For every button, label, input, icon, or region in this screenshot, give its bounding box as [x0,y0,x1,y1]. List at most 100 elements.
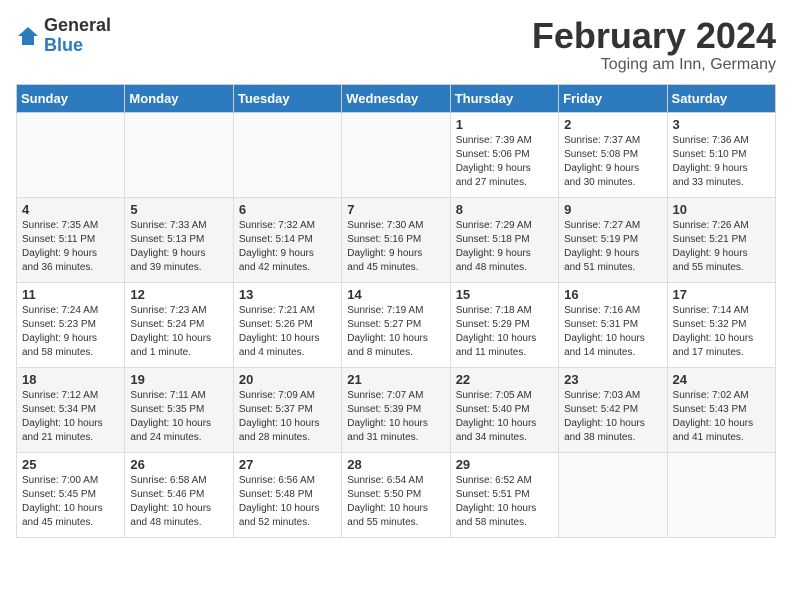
calendar-day-cell: 14 Sunrise: 7:19 AMSunset: 5:27 PMDayligh… [342,282,450,367]
calendar-day-cell [233,112,341,197]
day-number: 2 [564,117,661,132]
day-info: Sunrise: 7:27 AMSunset: 5:19 PMDaylight:… [564,219,661,275]
day-info: Sunrise: 7:11 AMSunset: 5:35 PMDaylight:… [130,389,227,445]
day-number: 10 [673,202,770,217]
logo-general-text: General [44,15,111,35]
weekday-header: Monday [125,84,233,112]
calendar-day-cell: 11 Sunrise: 7:24 AMSunset: 5:23 PMDayligh… [17,282,125,367]
day-info: Sunrise: 7:37 AMSunset: 5:08 PMDaylight:… [564,134,661,190]
weekday-header: Friday [559,84,667,112]
calendar-day-cell [559,452,667,537]
weekday-header: Sunday [17,84,125,112]
calendar-day-cell: 28 Sunrise: 6:54 AMSunset: 5:50 PMDayligh… [342,452,450,537]
logo-icon [16,24,40,48]
weekday-header: Tuesday [233,84,341,112]
title-block: February 2024 Toging am Inn, Germany [532,16,776,74]
day-info: Sunrise: 7:39 AMSunset: 5:06 PMDaylight:… [456,134,553,190]
calendar-day-cell: 26Sunrise: 6:58 AMSunset: 5:46 PMDayligh… [125,452,233,537]
day-info: Sunrise: 7:29 AMSunset: 5:18 PMDaylight:… [456,219,553,275]
calendar-day-cell [17,112,125,197]
day-info: Sunrise: 7:24 AMSunset: 5:23 PMDaylight:… [22,304,119,360]
day-number: 4 [22,202,119,217]
day-number: 12 [130,287,227,302]
calendar-day-cell [125,112,233,197]
logo: General Blue [16,16,111,56]
calendar-title: February 2024 [532,16,776,56]
day-number: 25 [22,457,119,472]
day-number: 6 [239,202,336,217]
day-info: Sunrise: 7:09 AMSunset: 5:37 PMDaylight:… [239,389,336,445]
day-number: 8 [456,202,553,217]
day-info: Sunrise: 7:02 AMSunset: 5:43 PMDaylight:… [673,389,770,445]
day-info: Sunrise: 6:56 AMSunset: 5:48 PMDaylight:… [239,474,336,530]
calendar-day-cell: 21 Sunrise: 7:07 AMSunset: 5:39 PMDayligh… [342,367,450,452]
weekday-header: Saturday [667,84,775,112]
day-info: Sunrise: 6:52 AMSunset: 5:51 PMDaylight:… [456,474,553,530]
calendar-week-row: 25 Sunrise: 7:00 AMSunset: 5:45 PMDayligh… [17,452,776,537]
calendar-day-cell: 9 Sunrise: 7:27 AMSunset: 5:19 PMDaylight… [559,197,667,282]
day-info: Sunrise: 6:58 AMSunset: 5:46 PMDaylight:… [130,474,227,530]
calendar-day-cell: 5 Sunrise: 7:33 AMSunset: 5:13 PMDaylight… [125,197,233,282]
day-number: 1 [456,117,553,132]
page-header: General Blue February 2024 Toging am Inn… [16,16,776,74]
day-info: Sunrise: 7:21 AMSunset: 5:26 PMDaylight:… [239,304,336,360]
calendar-day-cell: 20 Sunrise: 7:09 AMSunset: 5:37 PMDayligh… [233,367,341,452]
weekday-header: Wednesday [342,84,450,112]
calendar-day-cell: 2 Sunrise: 7:37 AMSunset: 5:08 PMDaylight… [559,112,667,197]
day-number: 15 [456,287,553,302]
calendar-day-cell: 22Sunrise: 7:05 AMSunset: 5:40 PMDayligh… [450,367,558,452]
calendar-day-cell: 18 Sunrise: 7:12 AMSunset: 5:34 PMDayligh… [17,367,125,452]
calendar-day-cell: 17 Sunrise: 7:14 AMSunset: 5:32 PMDayligh… [667,282,775,367]
day-info: Sunrise: 7:32 AMSunset: 5:14 PMDaylight:… [239,219,336,275]
day-number: 7 [347,202,444,217]
day-info: Sunrise: 7:35 AMSunset: 5:11 PMDaylight:… [22,219,119,275]
calendar-header-row: SundayMondayTuesdayWednesdayThursdayFrid… [17,84,776,112]
day-info: Sunrise: 7:36 AMSunset: 5:10 PMDaylight:… [673,134,770,190]
calendar-day-cell: 19Sunrise: 7:11 AMSunset: 5:35 PMDayligh… [125,367,233,452]
calendar-subtitle: Toging am Inn, Germany [532,56,776,74]
calendar-day-cell: 23Sunrise: 7:03 AMSunset: 5:42 PMDayligh… [559,367,667,452]
calendar-day-cell: 16 Sunrise: 7:16 AMSunset: 5:31 PMDayligh… [559,282,667,367]
calendar-day-cell: 15 Sunrise: 7:18 AMSunset: 5:29 PMDayligh… [450,282,558,367]
day-info: Sunrise: 7:19 AMSunset: 5:27 PMDaylight:… [347,304,444,360]
day-info: Sunrise: 7:16 AMSunset: 5:31 PMDaylight:… [564,304,661,360]
day-number: 20 [239,372,336,387]
day-number: 17 [673,287,770,302]
day-info: Sunrise: 6:54 AMSunset: 5:50 PMDaylight:… [347,474,444,530]
day-number: 21 [347,372,444,387]
calendar-week-row: 18 Sunrise: 7:12 AMSunset: 5:34 PMDayligh… [17,367,776,452]
day-info: Sunrise: 7:33 AMSunset: 5:13 PMDaylight:… [130,219,227,275]
calendar-day-cell: 25 Sunrise: 7:00 AMSunset: 5:45 PMDayligh… [17,452,125,537]
day-number: 23 [564,372,661,387]
calendar-day-cell: 13Sunrise: 7:21 AMSunset: 5:26 PMDayligh… [233,282,341,367]
day-number: 28 [347,457,444,472]
calendar-week-row: 4 Sunrise: 7:35 AMSunset: 5:11 PMDaylight… [17,197,776,282]
logo-blue-text: Blue [44,35,83,55]
day-number: 9 [564,202,661,217]
day-info: Sunrise: 7:00 AMSunset: 5:45 PMDaylight:… [22,474,119,530]
calendar-day-cell: 7 Sunrise: 7:30 AMSunset: 5:16 PMDaylight… [342,197,450,282]
calendar-day-cell: 6 Sunrise: 7:32 AMSunset: 5:14 PMDaylight… [233,197,341,282]
day-number: 11 [22,287,119,302]
day-number: 5 [130,202,227,217]
day-number: 22 [456,372,553,387]
day-number: 3 [673,117,770,132]
calendar-day-cell [342,112,450,197]
day-number: 16 [564,287,661,302]
calendar-day-cell: 27Sunrise: 6:56 AMSunset: 5:48 PMDayligh… [233,452,341,537]
calendar-week-row: 11 Sunrise: 7:24 AMSunset: 5:23 PMDayligh… [17,282,776,367]
day-info: Sunrise: 7:30 AMSunset: 5:16 PMDaylight:… [347,219,444,275]
day-number: 14 [347,287,444,302]
day-number: 18 [22,372,119,387]
day-info: Sunrise: 7:18 AMSunset: 5:29 PMDaylight:… [456,304,553,360]
day-info: Sunrise: 7:12 AMSunset: 5:34 PMDaylight:… [22,389,119,445]
day-info: Sunrise: 7:07 AMSunset: 5:39 PMDaylight:… [347,389,444,445]
day-info: Sunrise: 7:14 AMSunset: 5:32 PMDaylight:… [673,304,770,360]
day-info: Sunrise: 7:26 AMSunset: 5:21 PMDaylight:… [673,219,770,275]
calendar-day-cell: 8 Sunrise: 7:29 AMSunset: 5:18 PMDaylight… [450,197,558,282]
calendar-day-cell: 12Sunrise: 7:23 AMSunset: 5:24 PMDayligh… [125,282,233,367]
calendar-day-cell: 1 Sunrise: 7:39 AMSunset: 5:06 PMDaylight… [450,112,558,197]
day-number: 24 [673,372,770,387]
calendar-day-cell: 10 Sunrise: 7:26 AMSunset: 5:21 PMDayligh… [667,197,775,282]
calendar-day-cell: 4 Sunrise: 7:35 AMSunset: 5:11 PMDaylight… [17,197,125,282]
